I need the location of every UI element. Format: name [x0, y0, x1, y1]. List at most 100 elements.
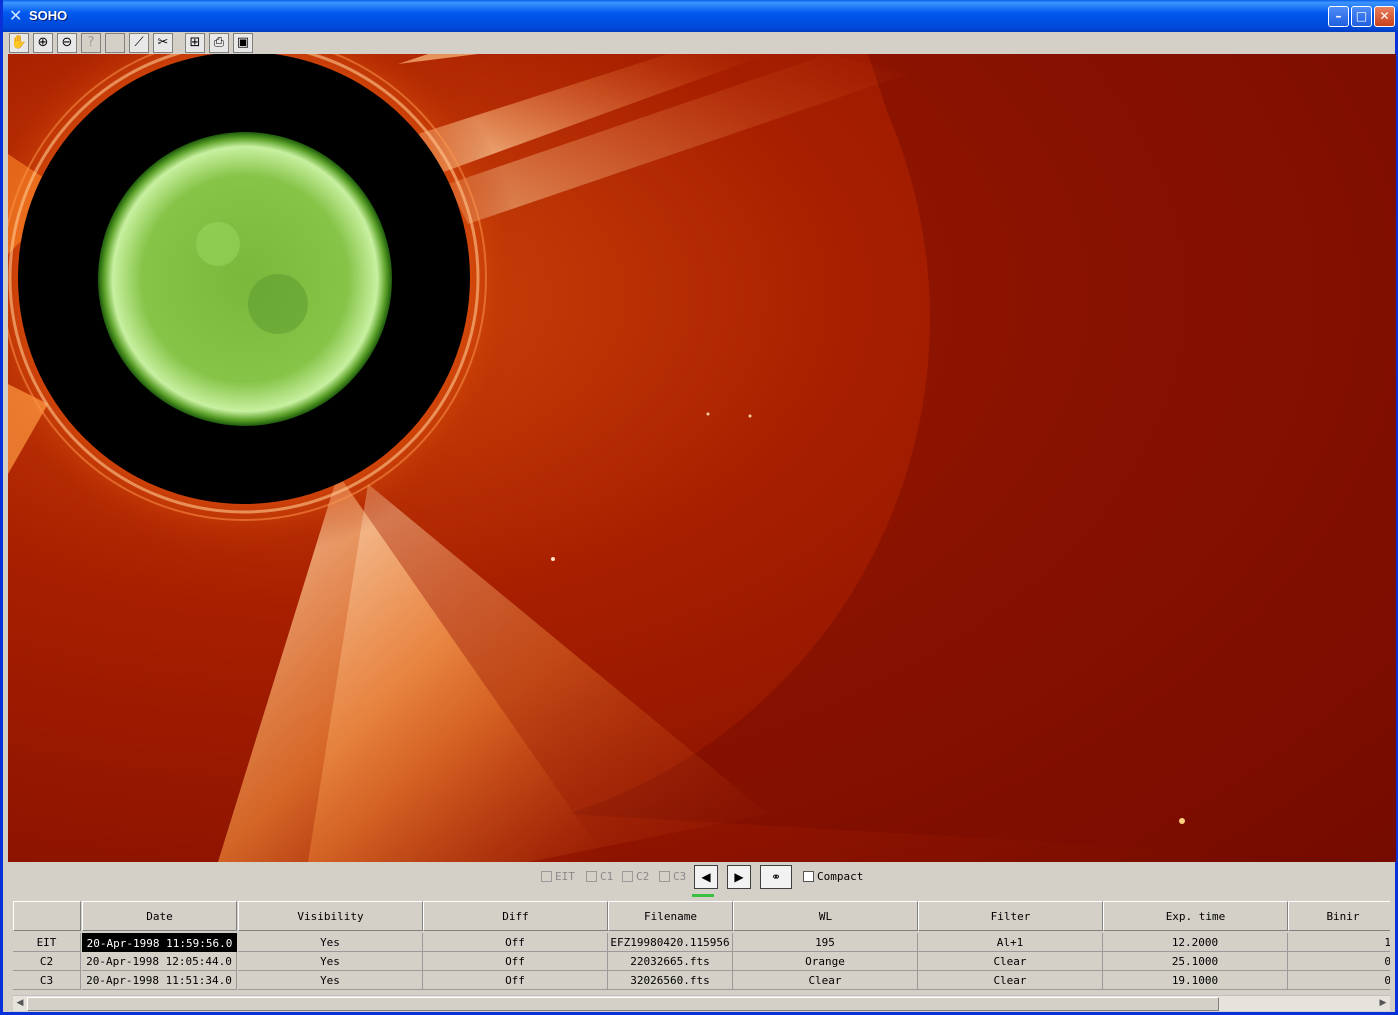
table-cell[interactable]: Clear — [733, 971, 918, 990]
layer-label: EIT — [555, 870, 575, 883]
layer-checkbox-c1[interactable]: C1 — [586, 870, 613, 883]
table-cell[interactable]: 0 — [1288, 952, 1390, 971]
link-icon: ⚭ — [770, 870, 782, 884]
checkbox-box — [586, 871, 597, 882]
checkbox-box — [659, 871, 670, 882]
table-cell[interactable]: 20-Apr-1998 12:05:44.0 — [82, 952, 237, 971]
fit-view-icon: ⊞ — [189, 35, 201, 50]
plot-icon: ⟋ — [134, 35, 144, 50]
table-cell[interactable]: Orange — [733, 952, 918, 971]
help-pointer-tool-button[interactable]: ? — [81, 33, 101, 53]
compact-checkbox[interactable]: Compact — [803, 870, 863, 883]
table-cell[interactable]: 22032665.fts — [608, 952, 733, 971]
plot-tool-button[interactable]: ⟋ — [129, 33, 149, 53]
soho-window: ✕ SOHO – □ ✕ ✋ ⊕ ⊖? ⟋ ✂ ⊞ ⎙ ▣ EIT C1 C2 … — [0, 0, 1398, 1015]
table-cell[interactable]: 195 — [733, 933, 918, 952]
layer-label: C3 — [673, 870, 687, 883]
column-header[interactable]: Exp. time — [1103, 901, 1288, 931]
next-frame-button[interactable]: ▶ — [727, 865, 751, 889]
table-header: Date Visibility Diff Filename WL Filter Exp. t… — [13, 901, 1390, 931]
table-cell[interactable]: Yes — [238, 933, 423, 952]
layer-checkbox-c2[interactable]: C2 — [622, 870, 649, 883]
column-header[interactable]: Visibility — [238, 901, 423, 931]
table-cell[interactable]: Clear — [918, 971, 1103, 990]
compact-label: Compact — [817, 870, 864, 883]
scroll-right-icon[interactable]: ▶ — [1377, 997, 1389, 1009]
row-label-cell[interactable]: C2 — [13, 952, 81, 971]
table-cell[interactable]: 32026560.fts — [608, 971, 733, 990]
control-bar: EIT C1 C2 C3 ◀ ▶ ⚭ Compact — [6, 862, 1395, 898]
soho-x-icon: ✕ — [9, 6, 23, 25]
table-cell[interactable]: Yes — [238, 952, 423, 971]
toolbar: ✋ ⊕ ⊖? ⟋ ✂ ⊞ ⎙ ▣ — [6, 32, 1395, 54]
triangle-right-icon: ▶ — [734, 870, 744, 884]
table-cell[interactable]: 0 — [1288, 971, 1390, 990]
column-header[interactable]: Diff — [423, 901, 608, 931]
table-row[interactable]: C2 20-Apr-1998 12:05:44.0 Yes Off 22032665.f… — [13, 952, 1390, 971]
table-cell[interactable]: EFZ19980420.115956 — [608, 933, 733, 952]
column-header[interactable]: Date — [82, 901, 237, 931]
scrollbar-thumb[interactable] — [27, 997, 1219, 1011]
image-table: Date Visibility Diff Filename WL Filter Exp. t… — [13, 901, 1390, 993]
table-cell[interactable]: 1 — [1288, 933, 1390, 952]
table-row[interactable]: C3 20-Apr-1998 11:51:34.0 Yes Off 32026560.f… — [13, 971, 1390, 990]
zoom-in-tool-button[interactable]: ⊕ — [33, 33, 53, 53]
table-cell[interactable]: 25.1000 — [1103, 952, 1288, 971]
close-button[interactable]: ✕ — [1374, 6, 1395, 27]
close-icon: ✕ — [1379, 9, 1390, 23]
table-cell[interactable]: Al+1 — [918, 933, 1103, 952]
layer-checkbox-eit[interactable]: EIT — [541, 870, 575, 883]
table-cell[interactable]: 12.2000 — [1103, 933, 1288, 952]
row-label-cell[interactable]: EIT — [13, 933, 81, 952]
window-title: SOHO — [29, 8, 68, 23]
layer-label: C1 — [600, 870, 614, 883]
column-header[interactable]: Binir — [1288, 901, 1390, 931]
layer-label: C2 — [636, 870, 650, 883]
cut-icon: ✂ — [157, 35, 169, 50]
maximize-icon: □ — [1355, 9, 1368, 23]
table-cell[interactable]: 20-Apr-1998 11:51:34.0 — [82, 971, 237, 990]
horizontal-scrollbar[interactable]: ◀ ▶ — [13, 995, 1390, 1011]
maximize-button[interactable]: □ — [1351, 6, 1372, 27]
table-cell[interactable]: Off — [423, 933, 608, 952]
table-row[interactable]: EIT 20-Apr-1998 11:59:56.0 Yes Off EFZ199804… — [13, 933, 1390, 952]
table-cell[interactable]: 19.1000 — [1103, 971, 1288, 990]
layer-checkbox-c3[interactable]: C3 — [659, 870, 686, 883]
minimize-icon: – — [1335, 9, 1342, 23]
prev-frame-button[interactable]: ◀ — [694, 865, 718, 889]
zoom-out-tool-button[interactable]: ⊖ — [57, 33, 77, 53]
print-icon: ⎙ — [213, 35, 225, 50]
table-cell[interactable]: 20-Apr-1998 11:59:56.0 — [82, 933, 237, 952]
triangle-left-icon: ◀ — [701, 870, 711, 884]
save-icon: ▣ — [236, 35, 250, 50]
checkbox-box — [803, 871, 814, 882]
pan-hand-tool-button[interactable]: ✋ — [9, 33, 29, 53]
zoom-in-icon: ⊕ — [37, 35, 49, 50]
column-header[interactable]: WL — [733, 901, 918, 931]
image-canvas[interactable] — [8, 54, 1396, 862]
save-tool-button[interactable]: ▣ — [233, 33, 253, 53]
minimize-button[interactable]: – — [1328, 6, 1349, 27]
table-cell[interactable]: Clear — [918, 952, 1103, 971]
scroll-left-icon[interactable]: ◀ — [14, 997, 26, 1009]
help-pointer-icon: ? — [87, 35, 95, 50]
cut-tool-button[interactable]: ✂ — [153, 33, 173, 53]
row-label-cell[interactable]: C3 — [13, 971, 81, 990]
column-header[interactable]: Filename — [608, 901, 733, 931]
column-header[interactable]: Filter — [918, 901, 1103, 931]
pan-hand-icon: ✋ — [10, 35, 28, 50]
table-cell[interactable]: Off — [423, 971, 608, 990]
blank-tool-tool-button[interactable] — [105, 33, 125, 53]
coronagraph-image — [8, 54, 1396, 862]
checkbox-box — [622, 871, 633, 882]
checkbox-box — [541, 871, 552, 882]
table-cell[interactable]: Yes — [238, 971, 423, 990]
table-cell[interactable]: Off — [423, 952, 608, 971]
progress-indicator — [692, 894, 714, 897]
column-header[interactable] — [13, 901, 81, 931]
zoom-out-icon: ⊖ — [61, 35, 73, 50]
print-tool-button[interactable]: ⎙ — [209, 33, 229, 53]
title-bar[interactable]: ✕ SOHO – □ ✕ — [3, 0, 1398, 32]
fit-view-tool-button[interactable]: ⊞ — [185, 33, 205, 53]
link-button[interactable]: ⚭ — [760, 865, 792, 889]
